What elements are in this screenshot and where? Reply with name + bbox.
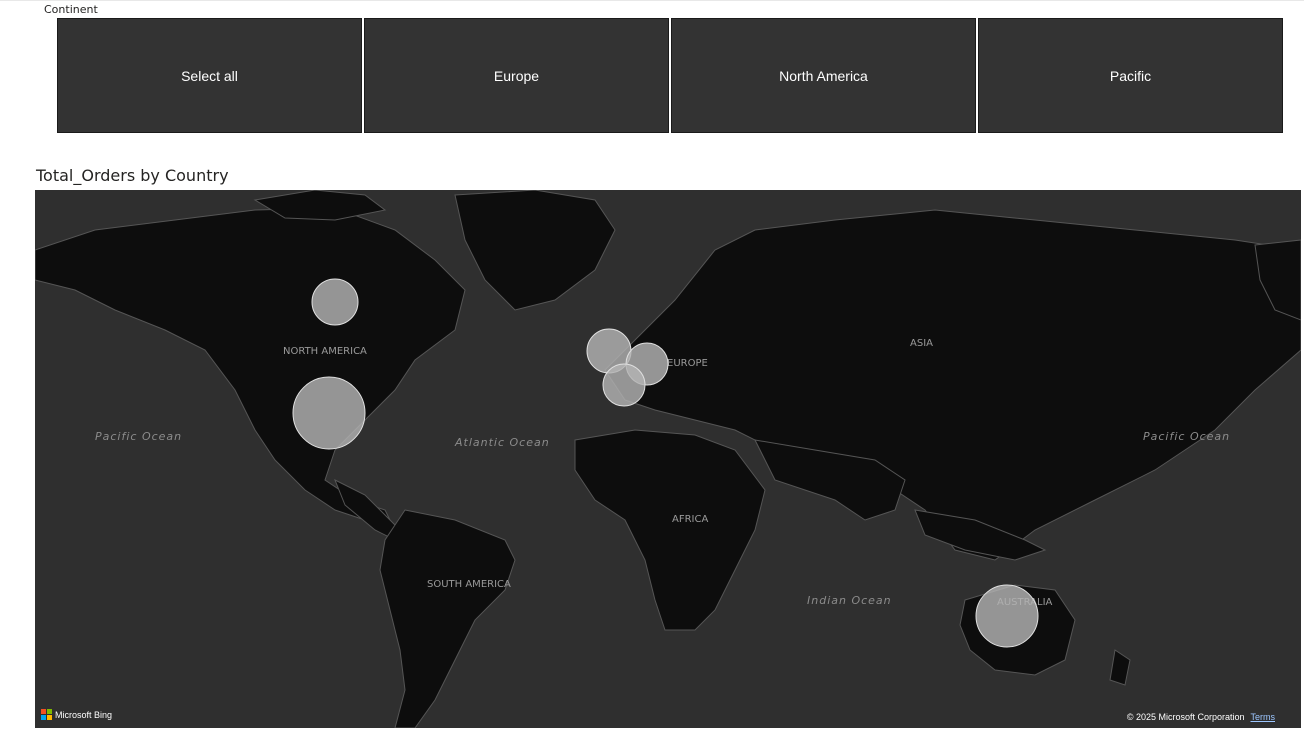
continent-label-africa: AFRICA [672, 514, 708, 525]
ocean-label-atlantic: Atlantic Ocean [454, 436, 550, 449]
slicer-tile-north-america[interactable]: North America [671, 18, 976, 133]
terms-link[interactable]: Terms [1251, 712, 1276, 722]
continent-label-south-america: SOUTH AMERICA [427, 579, 511, 590]
map-copyright: © 2025 Microsoft Corporation Terms [1127, 712, 1275, 722]
bubble-australia[interactable] [975, 584, 1039, 648]
bubble-map[interactable]: Pacific Ocean Atlantic Ocean Indian Ocea… [35, 190, 1301, 728]
continent-slicer: Select all Europe North America Pacific [57, 18, 1283, 133]
continent-label-europe: EUROPE [667, 358, 708, 369]
ocean-label-pacific-west: Pacific Ocean [95, 430, 182, 443]
slicer-tile-select-all[interactable]: Select all [57, 18, 362, 133]
ocean-label-indian: Indian Ocean [807, 594, 892, 607]
bubble-canada[interactable] [311, 278, 359, 326]
continent-label-asia: ASIA [910, 338, 933, 349]
slicer-header: Continent [44, 3, 98, 16]
continent-label-north-america: NORTH AMERICA [283, 346, 367, 357]
bing-attribution: Microsoft Bing [41, 709, 112, 720]
top-divider [0, 0, 1304, 1]
slicer-tile-pacific[interactable]: Pacific [978, 18, 1283, 133]
slicer-tile-europe[interactable]: Europe [364, 18, 669, 133]
copyright-text: © 2025 Microsoft Corporation [1126, 712, 1245, 722]
map-canvas[interactable]: Pacific Ocean Atlantic Ocean Indian Ocea… [35, 190, 1301, 728]
map-title: Total_Orders by Country [36, 166, 229, 185]
bubble-france[interactable] [602, 363, 646, 407]
bubble-united-states[interactable] [292, 376, 366, 450]
bing-label: Microsoft Bing [55, 709, 113, 720]
ocean-label-pacific-east: Pacific Ocean [1143, 430, 1230, 443]
microsoft-logo-icon [41, 709, 52, 720]
